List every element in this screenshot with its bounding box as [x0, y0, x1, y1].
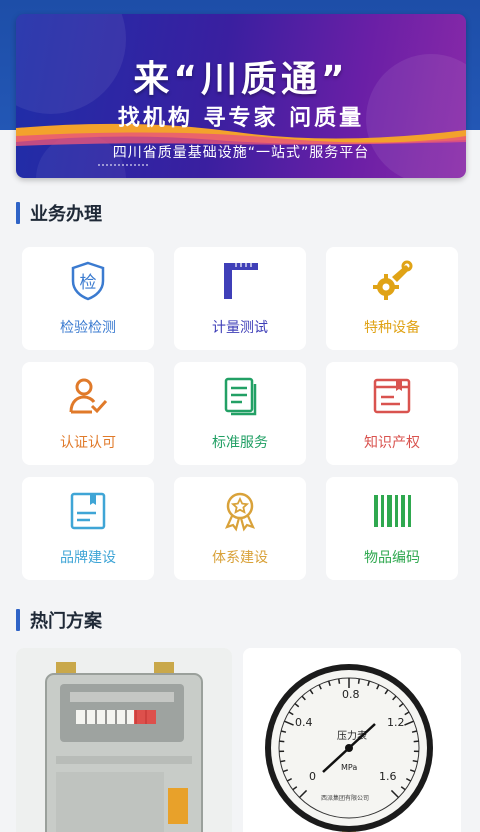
banner-subtitle: 找机构 寻专家 问质量 [117, 106, 365, 131]
barcode-icon [370, 489, 414, 533]
notebook-icon [66, 489, 110, 533]
service-label: 计量测试 [212, 320, 268, 336]
gauge-tick [280, 759, 286, 763]
service-label: 标准服务 [212, 435, 268, 451]
promo-banner[interactable]: 来“川质通” 找机构 寻专家 问质量 四川省质量基础设施“一站式”服务平台 [16, 14, 466, 178]
service-card-certification[interactable]: 认证认可 [22, 362, 154, 465]
gas-meter-image [16, 648, 232, 832]
gauge-maker: 西派集团有限公司 [321, 794, 369, 802]
book-icon [370, 374, 414, 418]
service-card-inspection[interactable]: 检 检验检测 [22, 247, 154, 350]
service-card-barcode[interactable]: 物品编码 [326, 477, 458, 580]
hot-card-pressure-gauge[interactable]: 0 0.4 0.8 1.2 1.6 压力表 MPa 西派集团有限公司 [243, 648, 461, 832]
pressure-gauge-image: 0 0.4 0.8 1.2 1.6 压力表 MPa 西派集团有限公司 [243, 648, 461, 832]
svg-text:检: 检 [80, 273, 97, 293]
gauge-tick [357, 678, 361, 684]
gauge-tick-label: 1.2 [387, 716, 405, 729]
gauge-tick-label: 0.4 [295, 716, 313, 729]
service-card-metrology[interactable]: 计量测试 [174, 247, 306, 350]
service-label: 品牌建设 [60, 550, 116, 566]
service-label: 检验检测 [60, 320, 116, 336]
banner-platform-text: 四川省质量基础设施“一站式”服务平台 [112, 145, 370, 161]
service-label: 特种设备 [364, 320, 420, 336]
award-icon [218, 489, 262, 533]
banner-dots [98, 164, 148, 168]
gauge-tick-label: 0 [309, 770, 316, 783]
gauge-unit: MPa [341, 763, 357, 772]
gear-wrench-icon [370, 259, 414, 303]
gauge-tick [337, 678, 341, 684]
section-hot-title: 热门方案 [16, 607, 102, 633]
banner-title: 来“川质通” [133, 59, 349, 100]
user-check-icon [66, 374, 110, 418]
section-marker [16, 609, 20, 631]
gauge-tick-label: 0.8 [342, 688, 360, 701]
shield-check-icon: 检 [66, 259, 110, 303]
service-label: 知识产权 [364, 435, 420, 451]
service-card-ip[interactable]: 知识产权 [326, 362, 458, 465]
section-business-title: 业务办理 [16, 200, 102, 226]
service-card-brand[interactable]: 品牌建设 [22, 477, 154, 580]
service-card-standards[interactable]: 标准服务 [174, 362, 306, 465]
gauge-tick [412, 759, 418, 763]
section-marker [16, 202, 20, 224]
service-label: 认证认可 [60, 435, 116, 451]
service-card-special-equipment[interactable]: 特种设备 [326, 247, 458, 350]
service-label: 物品编码 [364, 550, 420, 566]
document-icon [218, 374, 262, 418]
ruler-square-icon [218, 259, 262, 303]
hot-card-gas-meter[interactable] [16, 648, 232, 832]
service-label: 体系建设 [212, 550, 268, 566]
service-grid: 检 检验检测 计量测试 特种设备 认证认可 标准服务 知识产权 品牌建设 体系建… [22, 247, 458, 580]
service-card-system[interactable]: 体系建设 [174, 477, 306, 580]
gauge-tick-label: 1.6 [379, 770, 397, 783]
